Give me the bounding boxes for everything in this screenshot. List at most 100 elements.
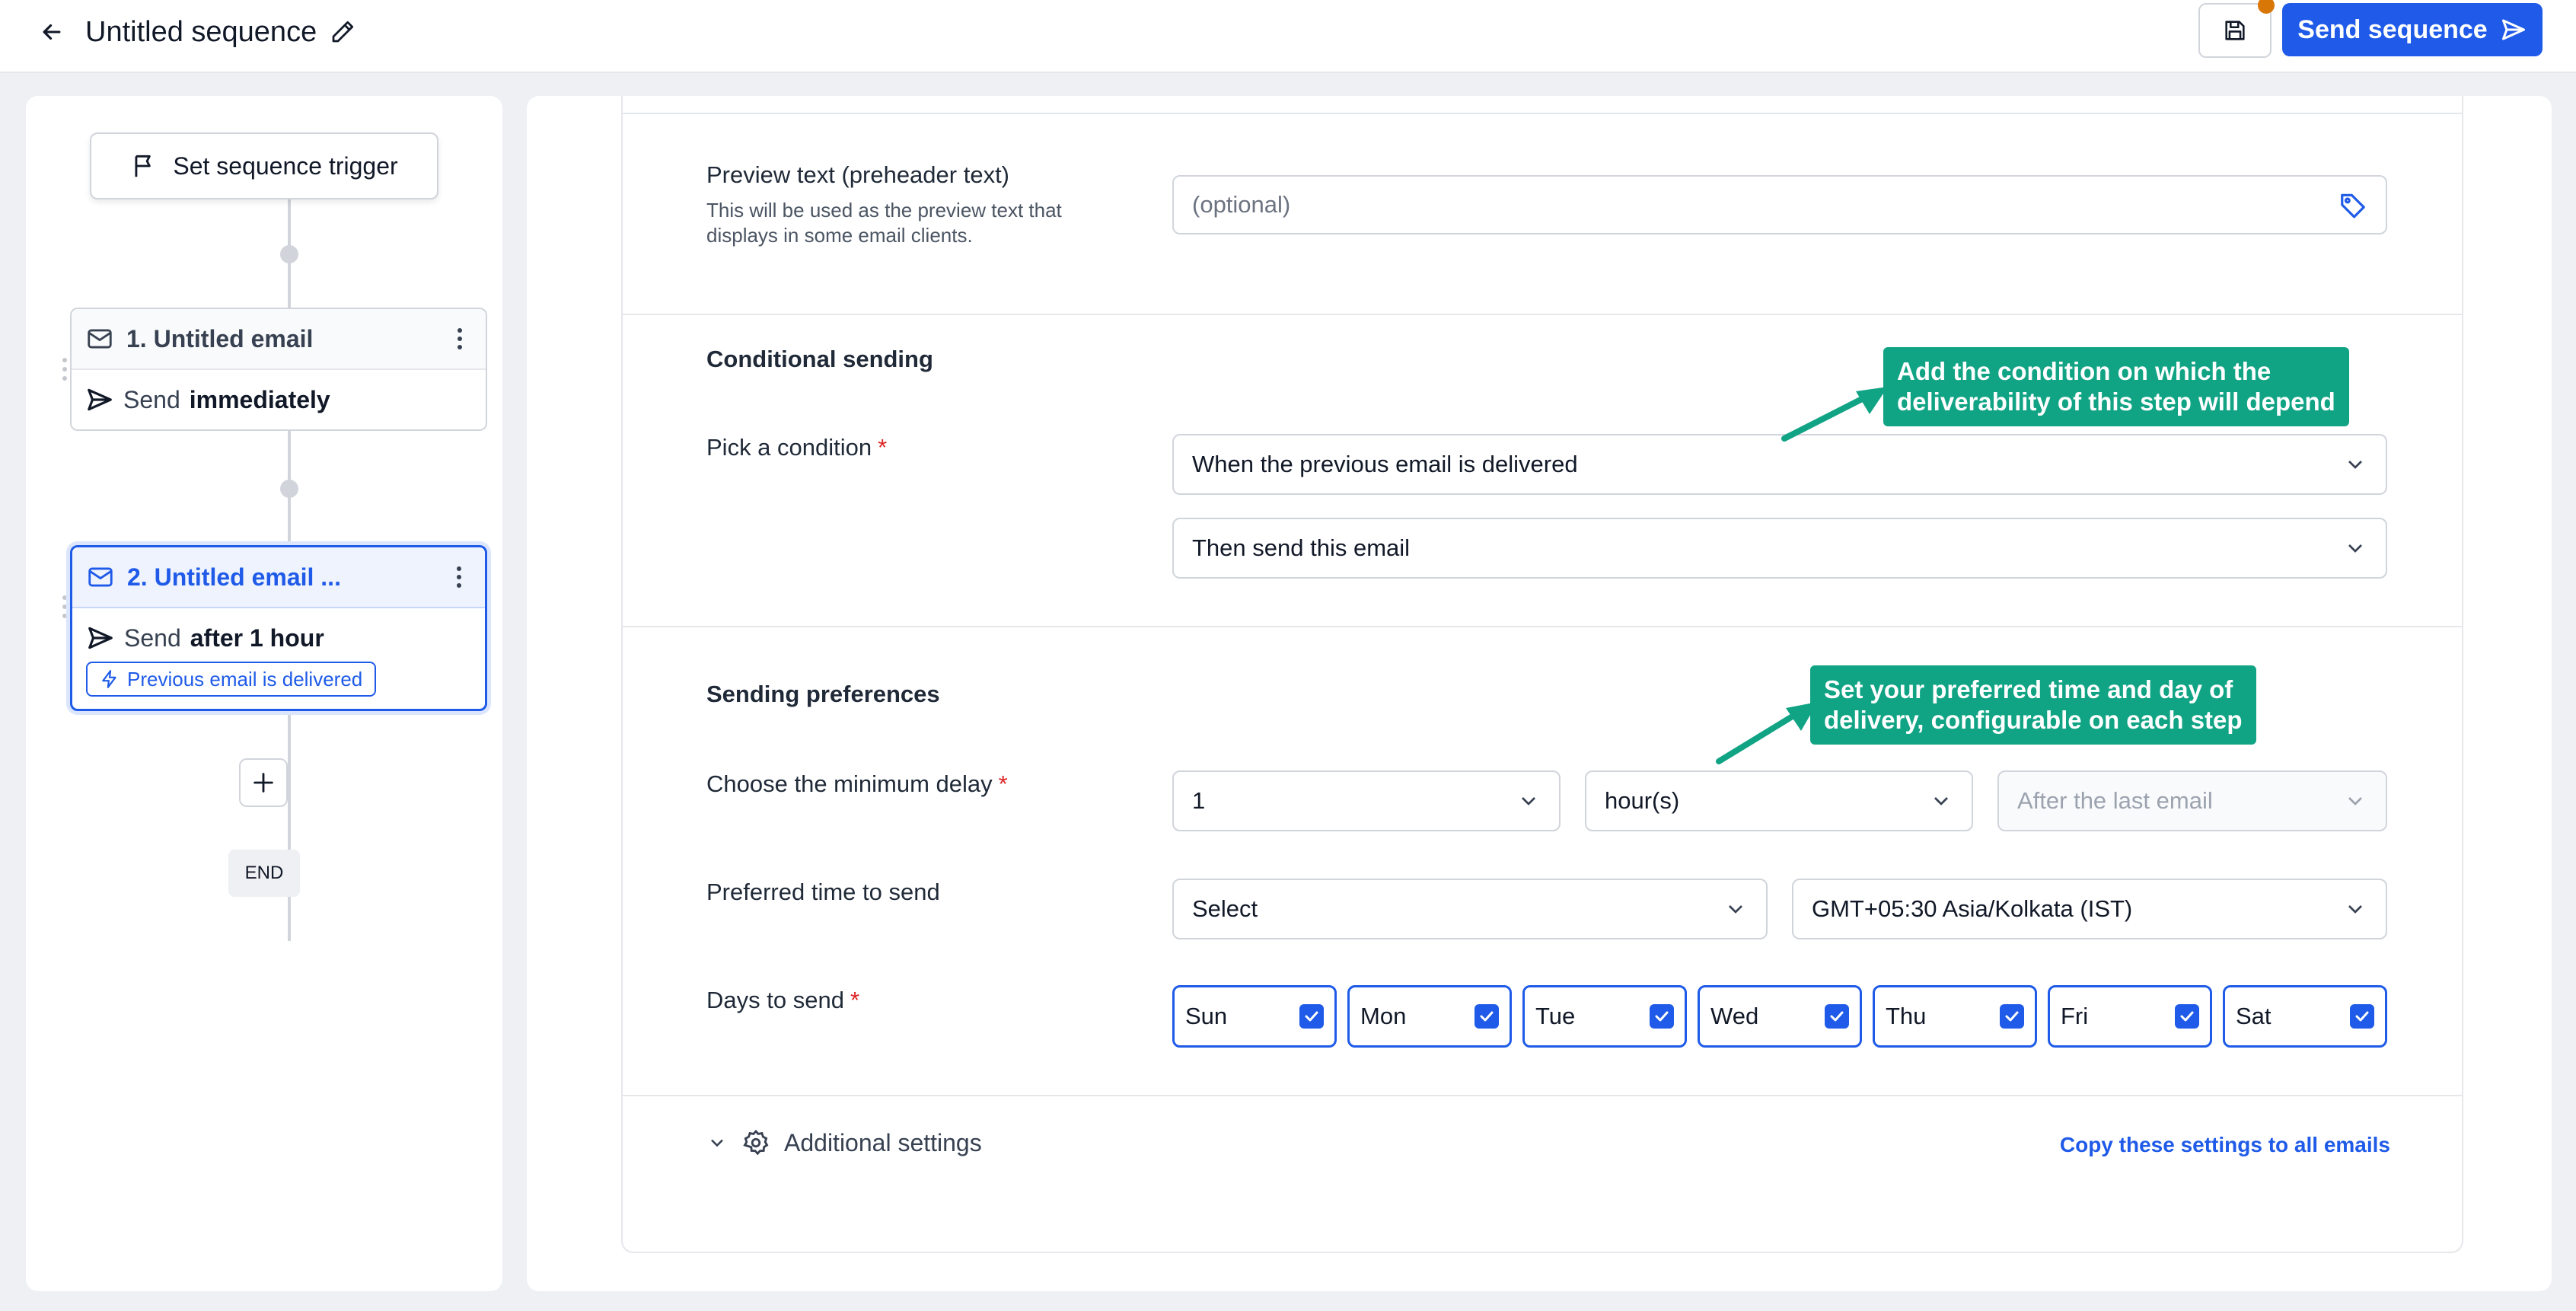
day-label: Sun [1185, 1003, 1228, 1029]
preview-text-placeholder: (optional) [1192, 191, 1291, 218]
sequence-title[interactable]: Untitled sequence [85, 14, 317, 50]
checkbox-checked[interactable] [1650, 1004, 1674, 1029]
step-menu-button[interactable] [448, 321, 472, 357]
step-card-2[interactable]: 2. Untitled email ... Send after 1 hour … [70, 545, 487, 711]
step-card-1[interactable]: 1. Untitled email Send immediately [70, 308, 487, 431]
step-title: 1. Untitled email [126, 324, 314, 352]
pick-condition-text: Pick a condition [706, 434, 872, 461]
preview-text-help: This will be used as the preview text th… [706, 199, 1062, 247]
check-icon [2355, 1011, 2369, 1022]
step-title: 2. Untitled email ... [127, 563, 341, 591]
back-button[interactable] [33, 14, 70, 50]
delay-reference: After the last email [2017, 787, 2213, 814]
annotation-line: Set your preferred time and day of [1824, 675, 2233, 703]
step-menu-button[interactable] [447, 559, 471, 595]
send-prefix: Send [124, 624, 181, 652]
end-marker: END [228, 850, 300, 897]
step-body: Send immediately [72, 370, 486, 429]
arrow-left-icon [43, 24, 61, 40]
preferred-time-select[interactable]: Select [1172, 879, 1768, 939]
send-sequence-button[interactable]: Send sequence [2282, 3, 2543, 56]
floppy-disk-icon [2225, 21, 2245, 40]
check-icon [2180, 1011, 2194, 1022]
flag-icon [135, 155, 151, 177]
checkbox-checked[interactable] [1825, 1004, 1849, 1029]
checkbox-checked[interactable] [1475, 1004, 1499, 1029]
send-value: immediately [189, 385, 330, 413]
lightning-icon [102, 670, 116, 688]
annotation-line: Add the condition on which the [1897, 357, 2272, 385]
day-toggle-tue[interactable]: Tue [1522, 985, 1687, 1048]
condition-action-value: Then send this email [1192, 534, 1411, 561]
preferences-annotation: Set your preferred time and day of deliv… [1810, 665, 2256, 745]
delay-unit-select[interactable]: hour(s) [1585, 770, 1973, 831]
days-label-text: Days to send [706, 987, 844, 1013]
annotation-line: delivery, configurable on each step [1824, 706, 2243, 734]
preferred-time-value: Select [1192, 895, 1258, 922]
timezone-select[interactable]: GMT+05:30 Asia/Kolkata (IST) [1792, 879, 2387, 939]
condition-action-select[interactable]: Then send this email [1172, 518, 2387, 579]
pick-condition-label: Pick a condition * [706, 434, 887, 461]
day-label: Sat [2236, 1003, 2272, 1029]
send-icon [2501, 19, 2525, 40]
condition-value: When the previous email is delivered [1192, 451, 1578, 477]
annotation-arrow [1781, 387, 1888, 442]
chevron-down-icon [1522, 797, 1535, 805]
delay-label: Choose the minimum delay * [706, 770, 1008, 798]
divider [623, 626, 2462, 627]
check-icon [2005, 1011, 2019, 1022]
gear-icon [743, 1129, 769, 1156]
required-mark: * [998, 770, 1008, 797]
condition-annotation: Add the condition on which the deliverab… [1883, 347, 2349, 426]
day-label: Tue [1535, 1003, 1576, 1029]
delay-value-select[interactable]: 1 [1172, 770, 1561, 831]
preview-text-input[interactable]: (optional) [1172, 175, 2387, 234]
divider [623, 314, 2462, 315]
checkbox-checked[interactable] [2175, 1004, 2199, 1029]
chevron-down-icon [2348, 905, 2362, 914]
additional-settings-toggle[interactable]: Additional settings [706, 1128, 982, 1157]
checkbox-checked[interactable] [2000, 1004, 2024, 1029]
set-trigger-button[interactable]: Set sequence trigger [90, 132, 438, 199]
timezone-value: GMT+05:30 Asia/Kolkata (IST) [1812, 895, 2133, 922]
chevron-down-icon [711, 1139, 723, 1147]
delay-label-text: Choose the minimum delay [706, 770, 993, 797]
step-header: 2. Untitled email ... [72, 547, 485, 608]
day-toggle-wed[interactable]: Wed [1698, 985, 1862, 1048]
trigger-label: Set sequence trigger [173, 152, 398, 180]
divider [623, 113, 2462, 114]
check-icon [1655, 1011, 1669, 1022]
day-label: Wed [1710, 1003, 1759, 1029]
conditional-heading: Conditional sending [706, 346, 933, 372]
day-toggle-thu[interactable]: Thu [1873, 985, 2037, 1048]
checkbox-checked[interactable] [1299, 1004, 1324, 1029]
delay-reference-select: After the last email [1997, 770, 2387, 831]
more-vertical-icon [457, 328, 462, 349]
send-value: after 1 hour [190, 624, 324, 652]
divider [623, 1095, 2462, 1096]
delay-value: 1 [1192, 787, 1206, 814]
day-toggle-sun[interactable]: Sun [1172, 985, 1337, 1048]
check-icon [1305, 1011, 1318, 1022]
day-toggle-fri[interactable]: Fri [2048, 985, 2212, 1048]
checkbox-checked[interactable] [2350, 1004, 2374, 1029]
plus-icon [253, 773, 273, 793]
chevron-down-icon [2348, 797, 2362, 805]
chevron-down-icon [2348, 461, 2362, 469]
required-mark: * [850, 987, 860, 1013]
condition-badge-label: Previous email is delivered [127, 667, 363, 691]
edit-title-button[interactable] [324, 14, 361, 50]
day-toggle-mon[interactable]: Mon [1347, 985, 1512, 1048]
preview-text-label: Preview text (preheader text) [706, 161, 1010, 188]
send-timing: Send after 1 hour [86, 620, 471, 656]
copy-settings-link[interactable]: Copy these settings to all emails [2060, 1133, 2390, 1157]
preferred-time-label: Preferred time to send [706, 879, 940, 905]
tag-icon[interactable] [2338, 190, 2367, 219]
chevron-down-icon [2348, 544, 2362, 553]
add-step-button[interactable] [239, 758, 288, 807]
send-timing: Send immediately [85, 382, 472, 417]
day-toggle-sat[interactable]: Sat [2223, 985, 2387, 1048]
flow-connector-dot [280, 245, 298, 263]
sequence-flow-panel: Set sequence trigger 1. Untitled email S… [26, 96, 502, 1291]
step-body: Send after 1 hour Previous email is deli… [72, 608, 485, 709]
